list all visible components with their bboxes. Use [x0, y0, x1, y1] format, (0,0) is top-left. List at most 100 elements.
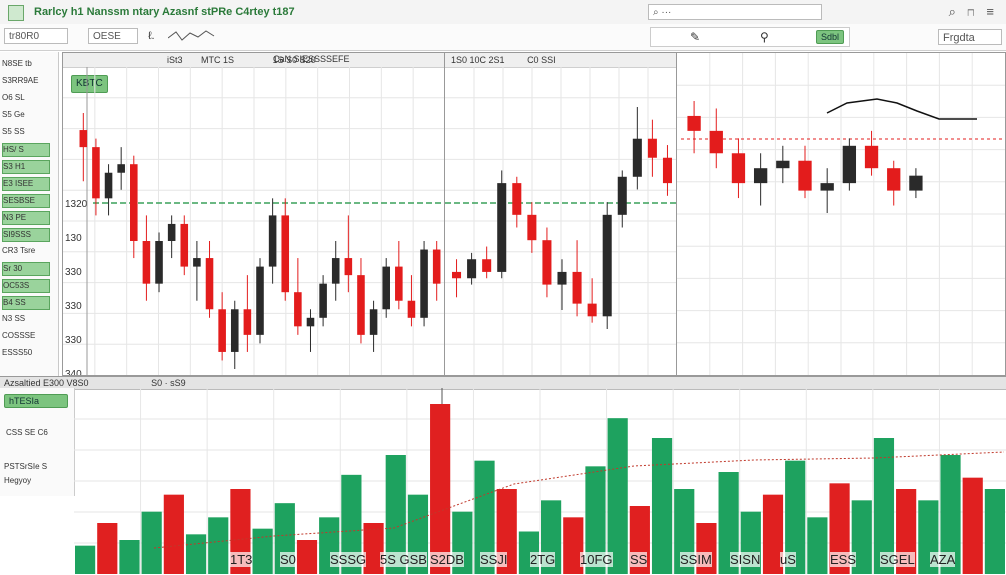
header-item: iSt3: [167, 55, 183, 65]
candle: [887, 168, 901, 191]
sidebar-item[interactable]: SI9SSS: [2, 228, 50, 242]
candle: [230, 309, 239, 352]
ticker-field[interactable]: tr80R0: [4, 28, 68, 44]
candle: [130, 164, 138, 241]
axis-label: 1T3: [230, 552, 253, 567]
axis-label: 10FG: [580, 552, 613, 567]
sidebar-item[interactable]: O6 SL: [2, 92, 48, 104]
window-controls[interactable]: ⌕ ⊓ ≡: [949, 4, 998, 20]
sidebar-item[interactable]: N8SE tb: [2, 58, 48, 70]
axis-label: S2DB: [430, 552, 464, 567]
candle: [369, 309, 378, 335]
candle: [572, 271, 582, 304]
watchlist-sidebar: N8SE tb S3RR9AE O6 SL S5 Ge S5 SS HS/ S S3 H1 E…: [0, 52, 59, 377]
sidebar-item[interactable]: Sr 30: [2, 262, 50, 276]
price-sparkline-icon: [168, 30, 215, 41]
sidebar-item[interactable]: S5 SS: [2, 126, 48, 138]
status-text: Azsaltied E300 V8S0: [4, 378, 89, 388]
candle: [218, 309, 226, 352]
candle: [432, 249, 441, 284]
candle: [527, 214, 537, 241]
axis-label: 5S GSB: [380, 552, 427, 567]
axis-label: SISN: [730, 552, 761, 567]
candle: [687, 115, 701, 131]
indicator-item[interactable]: PSTSrSIe S: [4, 462, 47, 471]
candle: [395, 266, 403, 301]
header-item: MTC 1S: [201, 55, 235, 65]
candle: [753, 168, 768, 184]
right-button[interactable]: Frgdta: [938, 29, 1002, 45]
candle: [909, 175, 923, 191]
sidebar-item[interactable]: B4 SS: [2, 296, 50, 310]
candle: [602, 214, 612, 317]
y-tick-label: 330: [65, 335, 82, 346]
candle: [407, 300, 416, 318]
candle: [557, 271, 567, 285]
candle: [820, 183, 834, 191]
header-item: C0 SSI: [527, 55, 556, 65]
pane-title: CaN SIESSSSEFE: [273, 54, 350, 64]
candlestick-chart-right[interactable]: [677, 53, 1005, 375]
sidebar-item[interactable]: HS/ S: [2, 143, 50, 157]
candle: [647, 138, 657, 158]
candle: [319, 283, 327, 318]
sidebar-item[interactable]: COSSSE: [2, 330, 48, 342]
candle: [452, 271, 462, 279]
sidebar-item[interactable]: S3 H1: [2, 160, 50, 174]
toolbar-small-label: ℓ.: [148, 30, 155, 42]
indicator-item[interactable]: CSS SE C6: [6, 428, 48, 437]
candle: [294, 292, 302, 327]
toolbar: tr80R0 OESE ℓ. ⌕ ··· ✎ ⚲ Sdbl Frgdta: [0, 4, 1006, 51]
status-extra: S0 · sS9: [151, 378, 186, 388]
candle: [497, 183, 507, 272]
draw-icon[interactable]: ✎: [690, 30, 700, 44]
sidebar-item[interactable]: SESBSE: [2, 194, 50, 208]
price-field[interactable]: OESE: [88, 28, 138, 44]
indicator-tag[interactable]: hTESIa: [4, 394, 68, 408]
candle: [617, 176, 627, 215]
candle: [167, 223, 176, 241]
sidebar-item[interactable]: OC53S: [2, 279, 50, 293]
candle: [92, 147, 100, 199]
axis-label: SGEL: [880, 552, 915, 567]
axis-label: uS: [780, 552, 796, 567]
axis-label: ESS: [830, 552, 857, 567]
search-input[interactable]: ⌕ ···: [648, 4, 822, 20]
action-button[interactable]: Sdbl: [816, 30, 845, 44]
candlestick-chart-middle[interactable]: [445, 67, 677, 375]
candle: [79, 130, 88, 148]
sidebar-item[interactable]: N3 SS: [2, 313, 48, 325]
candlestick-chart-left[interactable]: 1320 130 330 330 330 340: [63, 67, 445, 375]
sidebar-item[interactable]: N3 PE: [2, 211, 50, 225]
chart-pane-left: iSt3 MTC 1S 1S S0 S20 CaN SIESSSSEFE KBT…: [62, 52, 446, 376]
candle: [731, 153, 746, 184]
candle: [104, 172, 113, 199]
candle: [709, 130, 723, 154]
candle: [512, 183, 522, 215]
candle: [205, 258, 214, 310]
sidebar-item[interactable]: S5 Ge: [2, 109, 48, 121]
sidebar-item[interactable]: S3RR9AE: [2, 75, 48, 87]
candle: [180, 223, 189, 267]
candle: [420, 249, 428, 318]
sidebar-item[interactable]: E3 ISEE: [2, 177, 50, 191]
candle: [331, 258, 340, 284]
candle: [243, 309, 252, 335]
sidebar-item[interactable]: ESSS50: [2, 347, 48, 359]
candle: [256, 266, 264, 335]
candle: [306, 317, 315, 327]
axis-label: SSJI: [480, 552, 508, 567]
candle: [357, 275, 365, 335]
indicator-icon[interactable]: ⚲: [760, 30, 769, 44]
axis-label: SS: [630, 552, 648, 567]
candle: [193, 258, 201, 267]
indicator-item[interactable]: Hegyoy: [4, 476, 31, 485]
indicator-panel: hTESIa CSS SE C6 PSTSrSIe S Hegyoy: [0, 388, 75, 496]
candle: [467, 259, 477, 279]
candle: [587, 303, 597, 317]
sidebar-item[interactable]: CR3 Tsre: [2, 245, 48, 257]
candle: [117, 164, 125, 173]
volume-chart[interactable]: [74, 388, 1006, 574]
candle: [268, 215, 277, 267]
candle: [155, 241, 163, 284]
